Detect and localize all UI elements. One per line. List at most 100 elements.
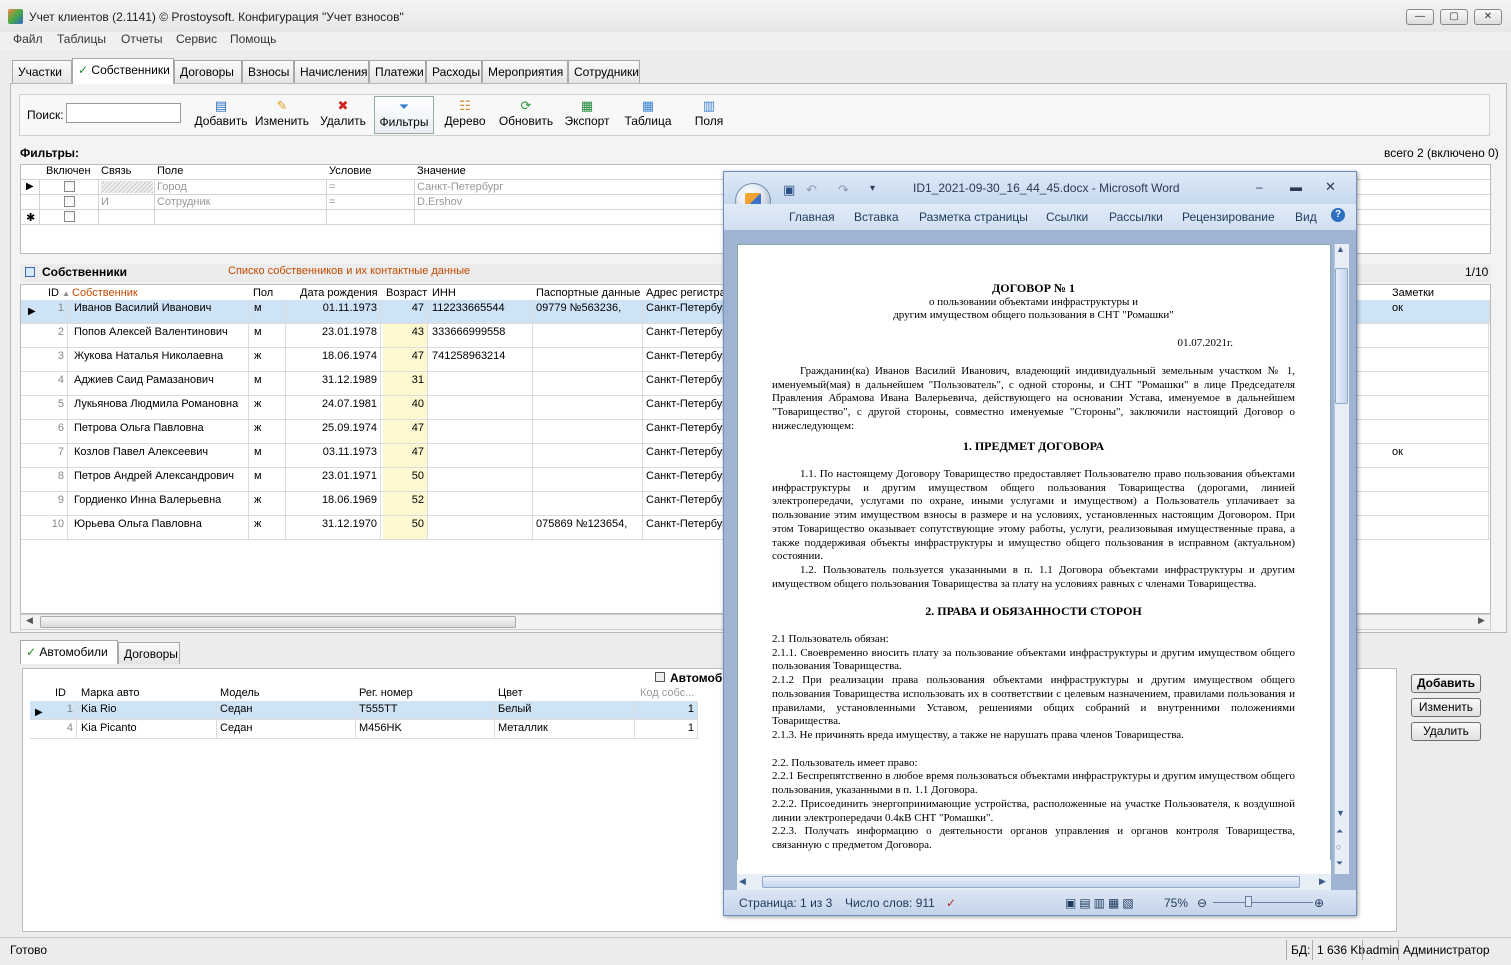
word-close-icon[interactable]: ✕ [1325,179,1336,195]
filter-field[interactable]: Город [157,181,187,193]
menu-reports[interactable]: Отчеты [121,32,162,46]
car-col-reg[interactable]: Рег. номер [359,687,413,699]
menu-service[interactable]: Сервис [176,32,217,46]
redo-icon[interactable]: ↷ [838,182,849,198]
tab-expenses[interactable]: Расходы [426,60,482,83]
prev-page-icon[interactable]: ⏶ [1336,826,1343,837]
filter-value[interactable]: D.Ershov [417,196,462,208]
tab-plots[interactable]: Участки [12,60,72,83]
document-text[interactable]: ДОГОВОР № 1 о пользовании объектами инфр… [772,281,1295,853]
spelling-check-icon[interactable]: ✓ [946,896,956,910]
filter-value[interactable]: Санкт-Петербург [417,181,503,193]
word-vscroll-thumb[interactable] [1335,268,1348,404]
tab-cars[interactable]: ✓ Автомобили [20,640,118,664]
maximize-button[interactable]: ▢ [1440,9,1468,25]
car-col-owner[interactable]: Код собс... [640,687,694,699]
filter-field[interactable]: Сотрудник [157,196,210,208]
col-address[interactable]: Адрес регистра [646,287,726,299]
scroll-left-icon[interactable]: ◀ [739,876,746,887]
fields-label: Поля [694,114,724,128]
tab-staff[interactable]: Сотрудники [568,60,640,83]
table-button[interactable]: ▦ Таблица [620,96,676,134]
table-row[interactable]: 4 Kia Picanto Седан M456HK Металлик 1 [30,720,698,739]
word-word-count[interactable]: Число слов: 911 [845,896,935,910]
col-inn[interactable]: ИНН [432,287,456,299]
scroll-right-icon[interactable]: ▶ [1478,615,1485,626]
filter-enabled-checkbox[interactable] [64,211,75,222]
tab-owners[interactable]: ✓ Собственники [72,58,174,84]
zoom-slider-thumb[interactable] [1245,896,1252,907]
col-sex[interactable]: Пол [253,287,273,299]
tree-button[interactable]: ☷ Дерево [440,96,490,134]
car-add-button[interactable]: Добавить [1411,674,1481,693]
col-id[interactable]: ID ▲ [48,287,70,299]
ribbon-tab-insert[interactable]: Вставка [854,210,899,224]
panel-collapse-icon[interactable] [25,267,35,277]
edit-button[interactable]: ✎ Изменить [252,96,312,134]
word-page-count[interactable]: Страница: 1 из 3 [739,896,832,910]
filter-condition[interactable]: = [329,181,335,193]
menu-tables[interactable]: Таблицы [57,32,106,46]
refresh-button[interactable]: ⟳ Обновить [496,96,556,134]
scroll-right-icon[interactable]: ▶ [1319,876,1326,887]
filter-condition[interactable]: = [329,196,335,208]
ribbon-tab-references[interactable]: Ссылки [1046,210,1088,224]
view-buttons-icon[interactable]: ▣▤▥▦▧ [1065,896,1137,910]
col-age[interactable]: Возраст [386,287,427,299]
export-button[interactable]: ▦ Экспорт [561,96,613,134]
filter-enabled-checkbox[interactable] [64,196,75,207]
zoom-in-icon[interactable]: ⊕ [1314,896,1324,910]
doc-paragraph: 2.1.2 При реализации права пользования о… [772,674,1295,728]
menu-file[interactable]: Файл [13,32,43,46]
next-page-icon[interactable]: ⏷ [1336,858,1343,869]
panel-collapse-icon[interactable] [655,672,665,682]
search-input[interactable] [66,103,181,123]
word-minimize-icon[interactable]: – [1256,180,1263,194]
menu-help[interactable]: Помощь [230,32,276,46]
save-icon[interactable]: ▣ [783,182,795,198]
scroll-left-icon[interactable]: ◀ [26,615,33,626]
col-owner[interactable]: Собственник [72,287,138,299]
undo-icon[interactable]: ↶ [806,182,817,198]
ribbon-tab-review[interactable]: Рецензирование [1182,210,1275,224]
browse-object-icon[interactable]: ○ [1336,842,1341,852]
ribbon-tab-view[interactable]: Вид [1295,210,1317,224]
help-icon[interactable]: ? [1331,208,1345,222]
close-button[interactable]: ✕ [1474,9,1502,25]
tab-contracts[interactable]: Договоры [174,60,242,83]
car-edit-button[interactable]: Изменить [1411,698,1481,717]
car-col-color[interactable]: Цвет [498,687,523,699]
tab-detail-contracts[interactable]: Договоры [118,642,180,664]
minimize-button[interactable]: — [1406,9,1434,25]
word-maximize-icon[interactable]: ▬ [1290,180,1302,194]
tab-events[interactable]: Мероприятия [482,60,568,83]
zoom-level[interactable]: 75% [1164,896,1188,910]
col-dob[interactable]: Дата рождения [300,287,378,299]
car-col-model[interactable]: Модель [220,687,259,699]
ribbon-tab-layout[interactable]: Разметка страницы [919,210,1028,224]
car-col-brand[interactable]: Марка авто [81,687,140,699]
fields-button[interactable]: ▥ Поля [690,96,728,134]
ribbon-tab-mailings[interactable]: Рассылки [1109,210,1163,224]
zoom-slider[interactable] [1213,902,1313,903]
filter-link[interactable]: И [101,196,109,208]
zoom-out-icon[interactable]: ⊖ [1197,896,1207,910]
filters-button[interactable]: ⏷ Фильтры [374,96,434,134]
tab-fees[interactable]: Взносы [242,60,294,83]
col-passport[interactable]: Паспортные данные [536,287,640,299]
col-notes[interactable]: Заметки [1392,287,1434,299]
table-row[interactable]: 1 Kia Rio Седан T555TT Белый 1 [30,701,698,720]
ribbon-tab-home[interactable]: Главная [789,210,835,224]
word-hscroll-thumb[interactable] [762,876,1300,888]
filter-enabled-checkbox[interactable] [64,181,75,192]
add-button[interactable]: ▤ Добавить [193,96,249,134]
qat-dropdown-icon[interactable]: ▾ [870,183,875,194]
scroll-up-icon[interactable]: ▲ [1336,244,1345,254]
tab-charges[interactable]: Начисления [294,60,369,83]
hscroll-thumb[interactable] [40,616,516,628]
delete-button[interactable]: ✖ Удалить [316,96,370,134]
tab-payments[interactable]: Платежи [369,60,426,83]
scroll-down-icon[interactable]: ▼ [1336,808,1345,818]
car-col-id[interactable]: ID [55,687,66,699]
car-delete-button[interactable]: Удалить [1411,722,1481,741]
